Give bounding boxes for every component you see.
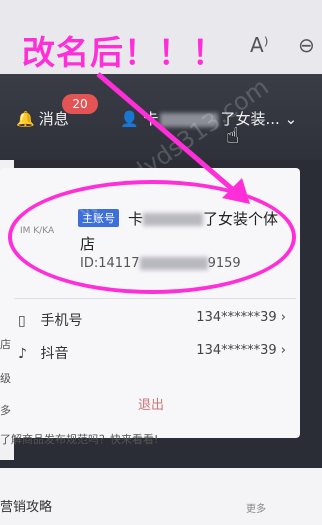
annotation-arrow (96, 72, 250, 204)
